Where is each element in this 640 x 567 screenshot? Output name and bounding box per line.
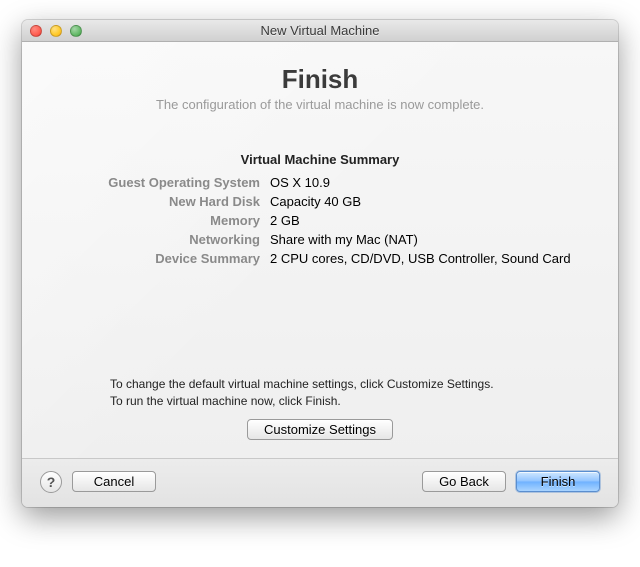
instructions: To change the default virtual machine se…: [110, 376, 580, 411]
instruction-line: To change the default virtual machine se…: [110, 376, 580, 393]
customize-settings-button[interactable]: Customize Settings: [247, 419, 393, 440]
summary-label: Guest Operating System: [60, 175, 260, 190]
summary-value: 2 GB: [270, 213, 580, 228]
footer: ? Cancel Go Back Finish: [22, 459, 618, 507]
summary-value: Capacity 40 GB: [270, 194, 580, 209]
summary-value: Share with my Mac (NAT): [270, 232, 580, 247]
summary-title: Virtual Machine Summary: [50, 152, 590, 167]
customize-row: Customize Settings: [50, 419, 590, 440]
summary-label: New Hard Disk: [60, 194, 260, 209]
summary-label: Device Summary: [60, 251, 260, 266]
summary-label: Networking: [60, 232, 260, 247]
cancel-button[interactable]: Cancel: [72, 471, 156, 492]
summary-label: Memory: [60, 213, 260, 228]
spacer: [50, 266, 590, 376]
page-title: Finish: [50, 64, 590, 95]
page-subtitle: The configuration of the virtual machine…: [50, 97, 590, 112]
summary-table: Guest Operating System OS X 10.9 New Har…: [60, 175, 580, 266]
summary-value: 2 CPU cores, CD/DVD, USB Controller, Sou…: [270, 251, 580, 266]
titlebar: New Virtual Machine: [22, 20, 618, 42]
instruction-line: To run the virtual machine now, click Fi…: [110, 393, 580, 410]
zoom-icon[interactable]: [70, 25, 82, 37]
window: New Virtual Machine Finish The configura…: [22, 20, 618, 507]
traffic-lights: [22, 25, 82, 37]
finish-button[interactable]: Finish: [516, 471, 600, 492]
help-button[interactable]: ?: [40, 471, 62, 493]
close-icon[interactable]: [30, 25, 42, 37]
minimize-icon[interactable]: [50, 25, 62, 37]
summary-value: OS X 10.9: [270, 175, 580, 190]
go-back-button[interactable]: Go Back: [422, 471, 506, 492]
content-pane: Finish The configuration of the virtual …: [22, 42, 618, 459]
window-title: New Virtual Machine: [22, 23, 618, 38]
